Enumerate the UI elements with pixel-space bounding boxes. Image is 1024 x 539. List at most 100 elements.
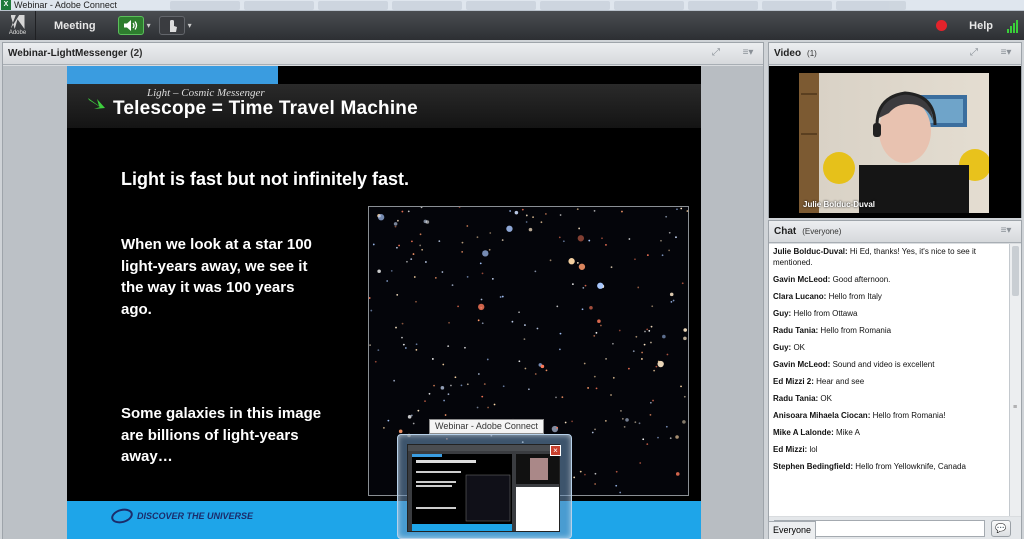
slide-heading: Telescope = Time Travel Machine xyxy=(113,98,418,119)
chat-sender: Mike A Lalonde: xyxy=(773,427,834,437)
speech-bubble-icon[interactable]: 💬 xyxy=(991,519,1011,537)
chat-text: OK xyxy=(818,393,832,403)
chat-sender: Stephen Bedingfield: xyxy=(773,461,853,471)
discover-universe-logo: DISCOVER THE UNIVERSE xyxy=(109,506,254,526)
share-pod-title: Webinar-LightMessenger xyxy=(8,48,128,59)
chat-message: Julie Bolduc-Duval: Hi Ed, thanks! Yes, … xyxy=(773,247,1005,268)
chat-message: Stephen Bedingfield: Hello from Yellowkn… xyxy=(773,462,1005,473)
window-title: Webinar - Adobe Connect xyxy=(14,0,117,10)
chat-sender: Ed Mizzi: xyxy=(773,444,808,454)
video-pod: Video (1) ⤢ ≡▾ Julie Bolduc-Duval xyxy=(768,42,1022,218)
slide-line1: Light is fast but not infinitely fast. xyxy=(121,169,409,189)
chat-text: Hello from Ottawa xyxy=(791,308,858,318)
chat-sender: Ed Mizzi 2: xyxy=(773,376,814,386)
presenter-figure xyxy=(799,73,989,213)
record-indicator-icon[interactable] xyxy=(936,20,948,31)
pod-options-icon[interactable]: ≡▾ xyxy=(999,47,1013,59)
preview-miniature xyxy=(407,444,561,532)
adobe-icon xyxy=(10,15,25,29)
chat-scrollbar[interactable]: ≡ xyxy=(1009,244,1021,516)
discover-universe-logo-text: DISCOVER THE UNIVERSE xyxy=(137,511,254,521)
video-pod-count: (1) xyxy=(807,49,817,58)
share-pod: Webinar-LightMessenger (2) ⤢ ≡▾ Light – … xyxy=(2,42,764,539)
video-pod-header: Video (1) ⤢ ≡▾ xyxy=(769,43,1021,65)
green-arrow-icon xyxy=(88,98,105,109)
adobe-logo-text: Adobe xyxy=(8,30,27,36)
presenter-webcam: Julie Bolduc-Duval xyxy=(799,73,989,213)
chat-sender: Radu Tania: xyxy=(773,325,819,335)
chat-sender: Julie Bolduc-Duval: xyxy=(773,247,848,256)
chat-text: Hello from Yellowknife, Canada xyxy=(853,461,966,471)
window-titlebar: X Webinar - Adobe Connect xyxy=(0,0,1024,11)
app-icon: X xyxy=(1,0,11,10)
chat-sender: Anisoara Mihaela Ciocan: xyxy=(773,410,871,420)
chat-sender: Guy: xyxy=(773,308,792,318)
toolbar-right: Help xyxy=(936,11,1024,40)
chat-sender: Gavin McLeod: xyxy=(773,274,831,284)
chat-message: Radu Tania: Hello from Romania xyxy=(773,326,1005,337)
chat-message: Clara Lucano: Hello from Italy xyxy=(773,292,1005,303)
video-feed-area: Julie Bolduc-Duval xyxy=(769,66,1021,218)
slide-paragraph-galaxies: Some galaxies in this image are billions… xyxy=(121,405,322,465)
speaker-icon xyxy=(123,20,137,31)
chat-pod-title: Chat xyxy=(774,226,797,237)
connection-signal-icon xyxy=(1007,19,1018,33)
chat-message: Guy: Hello from Ottawa xyxy=(773,309,1005,320)
share-webcam-button[interactable]: ▾ xyxy=(158,16,192,35)
scrollbar-thumb[interactable] xyxy=(1012,246,1019,296)
chat-text: Sound and video is excellent xyxy=(830,359,935,369)
chat-message: Radu Tania: OK xyxy=(773,394,1005,405)
chat-text: Mike A xyxy=(833,427,860,437)
chat-text: Hello from Italy xyxy=(826,291,882,301)
speaker-button[interactable]: ▾ xyxy=(117,16,151,35)
chat-message-list[interactable]: Julie Bolduc-Duval: Hi Ed, thanks! Yes, … xyxy=(769,244,1009,516)
slide-footer: DISCOVER THE UNIVERSE xyxy=(67,501,701,539)
chevron-down-icon[interactable]: ▾ xyxy=(188,21,192,30)
share-hand-icon xyxy=(166,19,177,32)
chat-recipient-tab[interactable]: Everyone xyxy=(768,521,816,539)
chat-message: Mike A Lalonde: Mike A xyxy=(773,428,1005,439)
taskbar-preview-thumbnail[interactable]: × xyxy=(397,434,572,539)
fullscreen-icon[interactable]: ⤢ xyxy=(709,47,723,59)
chat-text: lol xyxy=(807,444,818,454)
slide-paragraph-star: When we look at a star 100 light-years a… xyxy=(121,236,312,318)
share-content-area: Light – Cosmic Messenger Telescope = Tim… xyxy=(3,66,763,539)
pod-options-icon[interactable]: ≡▾ xyxy=(999,225,1013,237)
chat-message: Guy: OK xyxy=(773,343,1005,354)
chat-message: Ed Mizzi 2: Hear and see xyxy=(773,377,1005,388)
share-pod-header: Webinar-LightMessenger (2) ⤢ ≡▾ xyxy=(3,43,763,65)
chat-message: Gavin McLeod: Good afternoon. xyxy=(773,275,1005,286)
scroll-grip-icon: ≡ xyxy=(1013,404,1018,411)
taskbar-preview-tooltip: Webinar - Adobe Connect xyxy=(429,419,544,434)
background-browser-tabs xyxy=(170,0,970,11)
chat-pod-header: Chat (Everyone) ≡▾ xyxy=(769,221,1021,243)
video-pod-title: Video xyxy=(774,48,802,59)
chat-text: Hello from Romania! xyxy=(870,410,946,420)
pod-options-icon[interactable]: ≡▾ xyxy=(741,47,755,59)
chat-text: OK xyxy=(791,342,806,352)
chat-text: Hello from Romania xyxy=(818,325,892,335)
chat-text: Good afternoon. xyxy=(830,274,891,284)
chat-sender: Gavin McLeod: xyxy=(773,359,831,369)
chat-message: Gavin McLeod: Sound and video is excelle… xyxy=(773,360,1005,371)
chat-pod-scope: (Everyone) xyxy=(802,227,842,236)
chat-text: Hear and see xyxy=(813,376,865,386)
share-right-gutter xyxy=(701,66,763,539)
chat-message: Ed Mizzi: lol xyxy=(773,445,1005,456)
chat-message: Anisoara Mihaela Ciocan: Hello from Roma… xyxy=(773,411,1005,422)
share-pod-count: (2) xyxy=(130,48,143,59)
presenter-name: Julie Bolduc-Duval xyxy=(803,200,876,209)
fullscreen-icon[interactable]: ⤢ xyxy=(967,47,981,59)
chat-sender: Clara Lucano: xyxy=(773,291,827,301)
adobe-logo: Adobe xyxy=(0,11,36,40)
chat-sender: Radu Tania: xyxy=(773,393,819,403)
chevron-down-icon[interactable]: ▾ xyxy=(147,21,151,30)
chat-pod: Chat (Everyone) ≡▾ Julie Bolduc-Duval: H… xyxy=(768,220,1022,539)
app-toolbar: Adobe Meeting ▾ ▾ Help xyxy=(0,11,1024,40)
meeting-menu[interactable]: Meeting xyxy=(36,20,110,32)
help-menu[interactable]: Help xyxy=(969,20,993,32)
slide-top-strip xyxy=(67,66,278,84)
presentation-slide: Light – Cosmic Messenger Telescope = Tim… xyxy=(67,66,701,539)
chat-sender: Guy: xyxy=(773,342,792,352)
close-icon[interactable]: × xyxy=(550,445,561,456)
